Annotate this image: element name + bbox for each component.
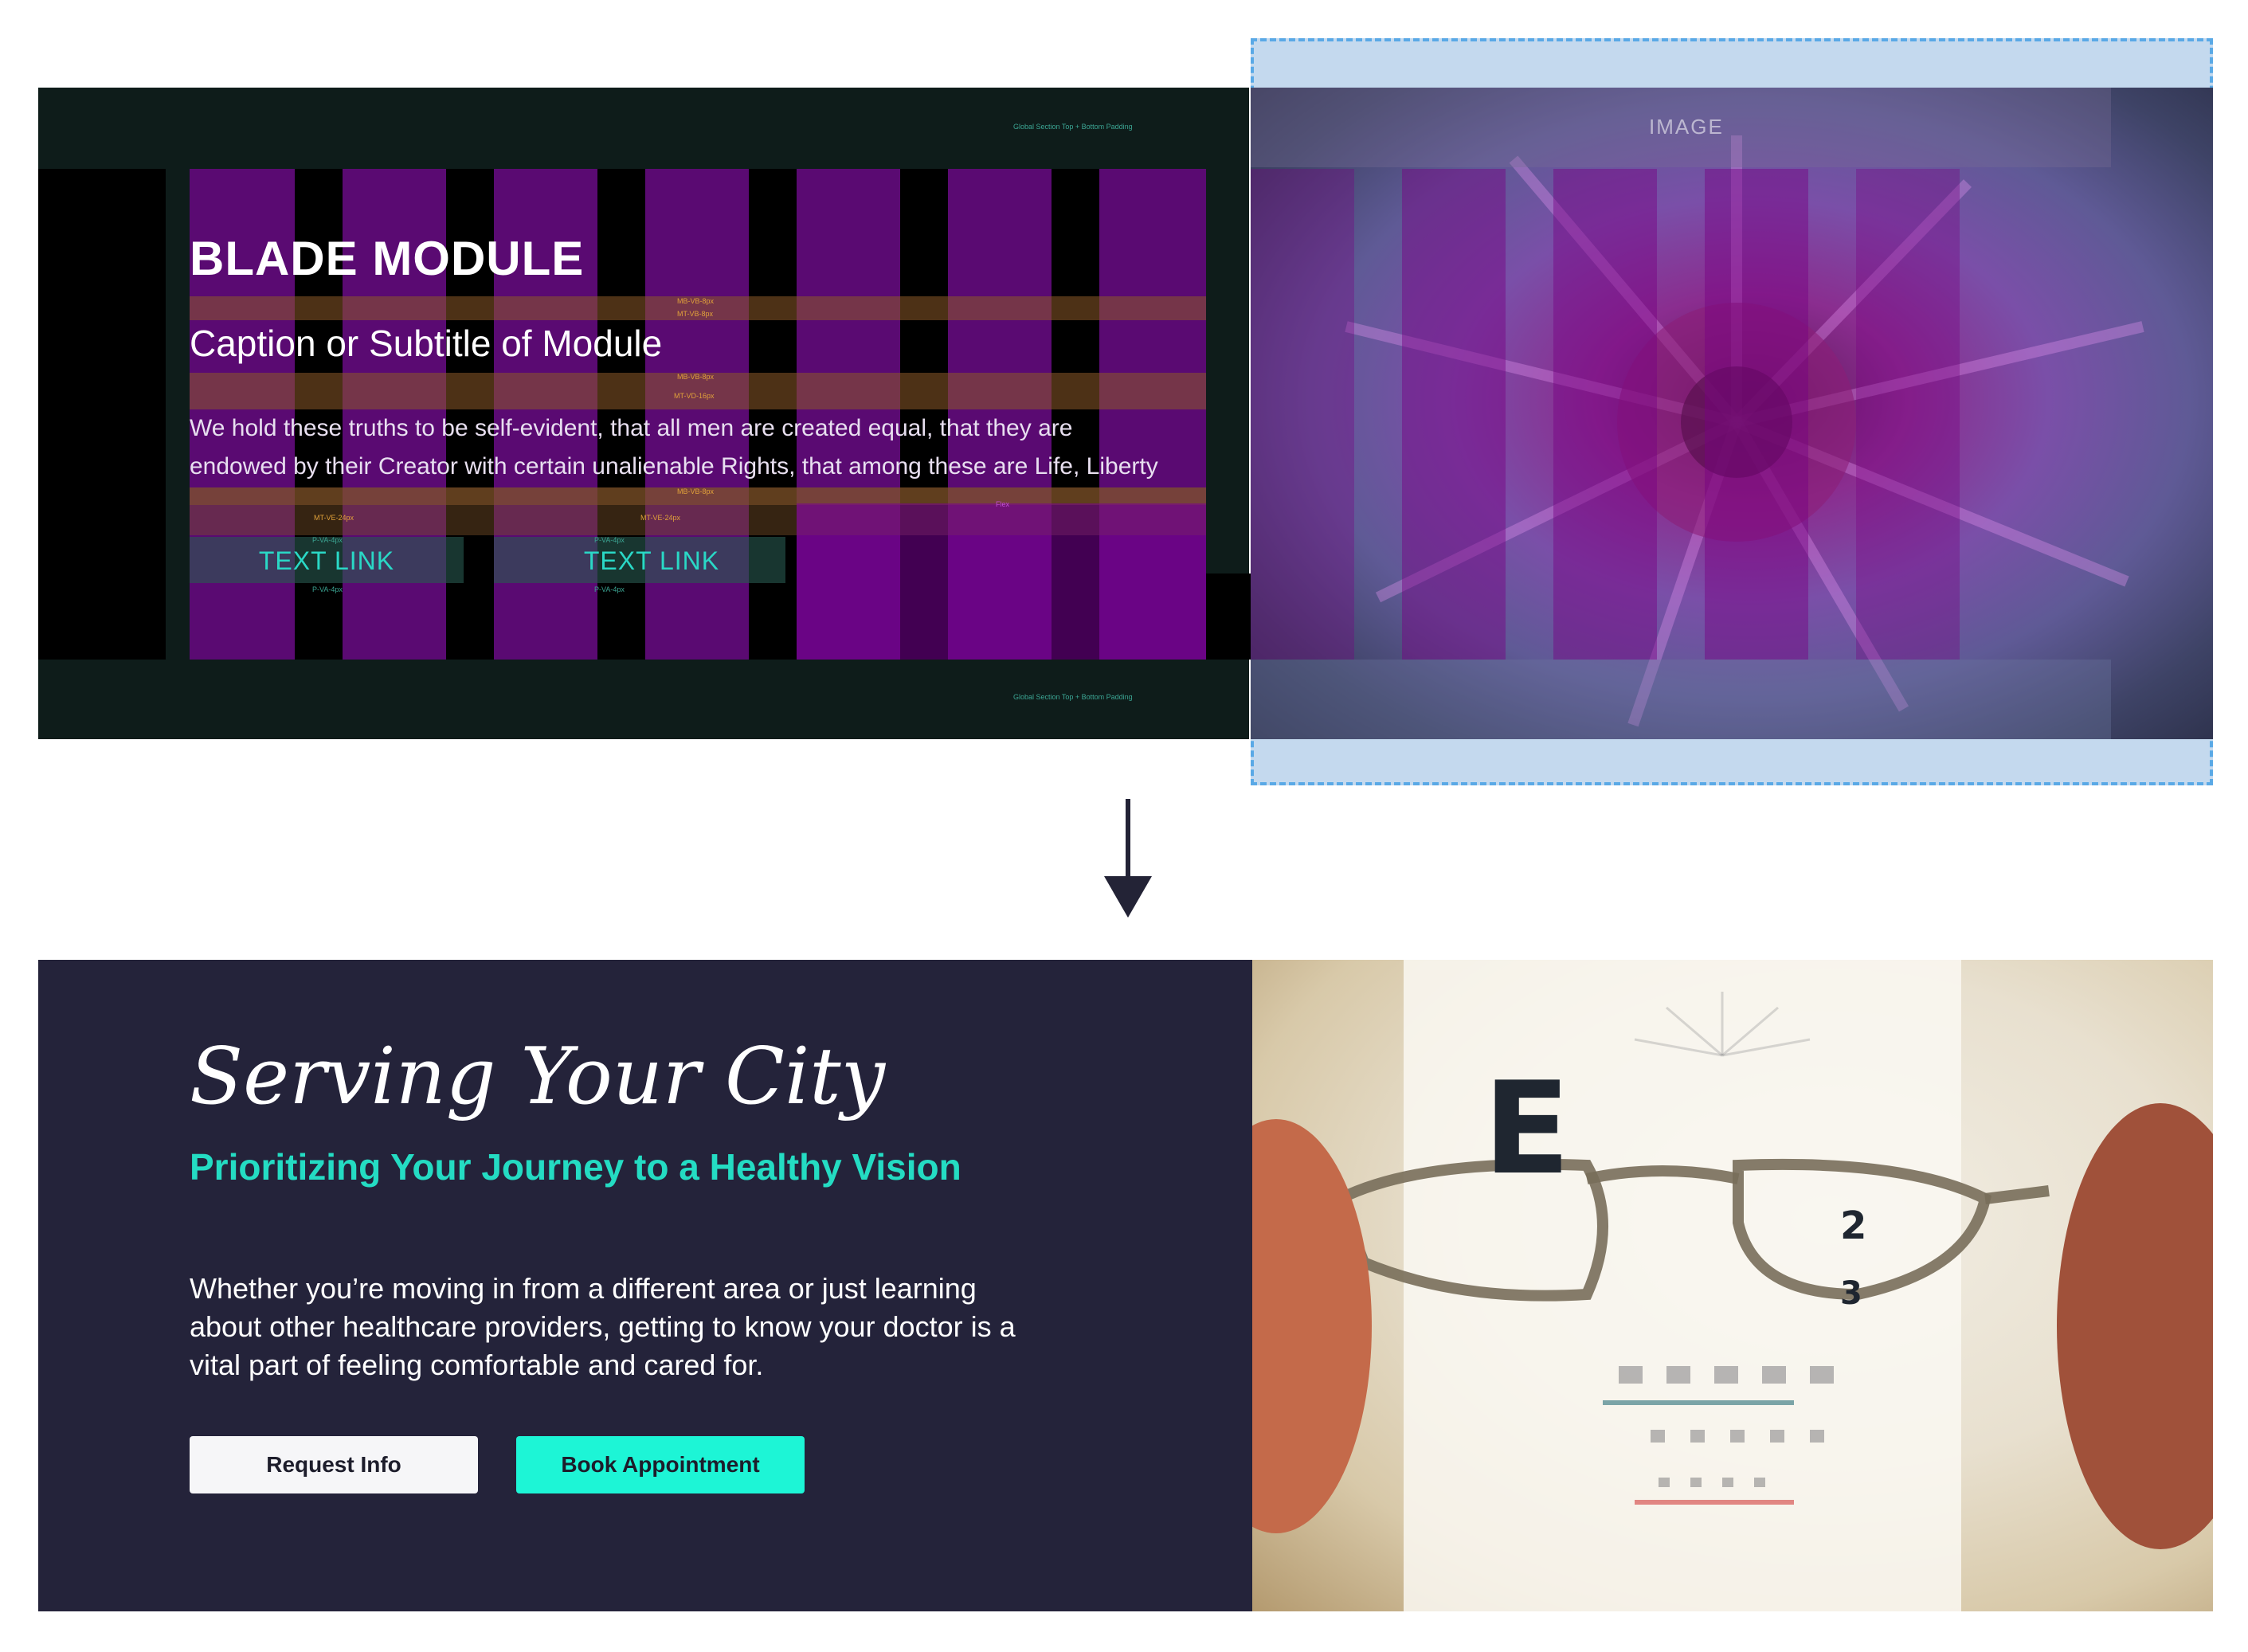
annotation: MB-VB-8px <box>677 373 715 381</box>
eye-chart-big-letter: E <box>1483 1054 1571 1203</box>
module-body: We hold these truths to be self-evident,… <box>190 409 1209 486</box>
body-line: We hold these truths to be self-evident,… <box>190 415 1073 441</box>
annotation: P-VA-4px <box>594 536 625 544</box>
annotation: P-VA-4px <box>312 536 343 544</box>
annotation: MT-VD-16px <box>674 392 715 400</box>
image-grid-overlay <box>1251 169 2213 660</box>
right-padding-block <box>1206 574 1251 660</box>
request-info-button[interactable]: Request Info <box>190 1436 478 1493</box>
arrow-head-icon <box>1104 876 1152 918</box>
eye-chart-number-partial: 3 <box>1840 1275 1862 1312</box>
annotation: MT-VB-8px <box>677 310 714 318</box>
eye-chart-number: 2 <box>1840 1204 1867 1248</box>
module-subtitle: Caption or Subtitle of Module <box>190 323 663 364</box>
image-label: IMAGE <box>1649 115 1724 139</box>
body-line: vital part of feeling comfortable and ca… <box>190 1349 764 1381</box>
image-bottom-band <box>1251 660 2111 739</box>
annotation: MT-VE-24px <box>640 514 681 522</box>
body-line: Whether you’re moving in from a differen… <box>190 1272 977 1305</box>
annotation: P-VA-4px <box>312 585 343 593</box>
module-title: BLADE MODULE <box>190 232 585 285</box>
text-link-2[interactable]: TEXT LINK <box>515 546 789 576</box>
padding-note-bottom: Global Section Top + Bottom Padding <box>1013 693 1133 701</box>
hero-title: Serving Your City <box>190 1032 886 1122</box>
eye-chart-photo: E 2 3 <box>1252 960 2213 1611</box>
arrow-down-icon <box>1126 799 1130 879</box>
annotation: MB-VB-8px <box>677 487 715 495</box>
padding-note-top: Global Section Top + Bottom Padding <box>1013 123 1133 131</box>
annotation: MB-VB-8px <box>677 297 715 305</box>
annotation: P-VA-4px <box>594 585 625 593</box>
flex-area <box>797 503 1206 660</box>
body-line: about other healthcare providers, gettin… <box>190 1310 1016 1343</box>
text-link-1[interactable]: TEXT LINK <box>190 546 464 576</box>
body-line: endowed by their Creator with certain un… <box>190 453 1158 480</box>
left-padding-block <box>38 169 166 660</box>
hero-subtitle: Prioritizing Your Journey to a Healthy V… <box>190 1146 961 1188</box>
image-placeholder[interactable]: IMAGE <box>1251 88 2213 739</box>
eye-chart-illustration <box>1252 960 2213 1611</box>
book-appointment-button[interactable]: Book Appointment <box>516 1436 805 1493</box>
annotation: MT-VE-24px <box>314 514 354 522</box>
hero-body: Whether you’re moving in from a differen… <box>190 1270 1090 1384</box>
annotation: Flex <box>996 500 1010 508</box>
